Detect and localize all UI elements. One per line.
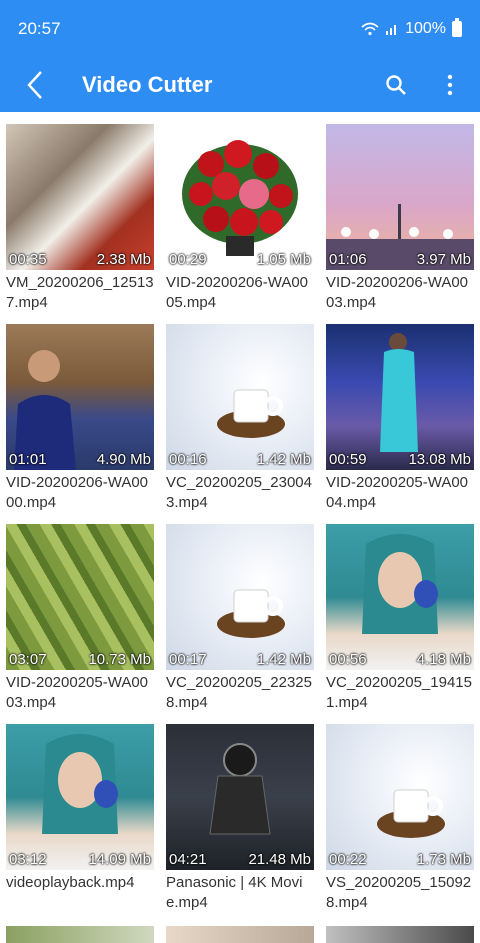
video-filename: VC_20200205_194151.mp4 (326, 674, 472, 711)
video-duration: 00:35 (9, 250, 47, 268)
more-options-button[interactable] (436, 71, 464, 99)
video-duration: 04:21 (169, 850, 207, 868)
video-duration: 00:22 (329, 850, 367, 868)
video-thumbnail: 00:35 2.38 Mb (6, 124, 154, 270)
video-item[interactable]: 00:59 13.08 Mb VID-20200205-WA0004.mp4 (326, 324, 474, 524)
video-item[interactable]: 01:01 4.90 Mb VID-20200206-WA0000.mp4 (6, 324, 154, 524)
video-thumbnail: 00:22 1.73 Mb (326, 724, 474, 870)
video-filename: VM_20200206_125137.mp4 (6, 274, 154, 311)
video-size: 10.73 Mb (88, 650, 151, 668)
video-filename: VID-20200206-WA0000.mp4 (6, 474, 149, 511)
video-duration: 03:12 (9, 850, 47, 868)
video-item[interactable]: 00:16 1.42 Mb VC_20200205_230043.mp4 (166, 324, 314, 524)
video-duration: 01:01 (9, 450, 47, 468)
video-size: 14.09 Mb (88, 850, 151, 868)
video-filename: VID-20200206-WA0003.mp4 (326, 274, 469, 311)
status-icons: 100% (361, 18, 462, 38)
wifi-icon (361, 22, 379, 36)
video-thumbnail: 03:07 10.73 Mb (6, 524, 154, 670)
video-filename: VC_20200205_230043.mp4 (166, 474, 312, 511)
video-item[interactable]: 03:12 14.09 Mb videoplayback.mp4 (6, 724, 154, 924)
video-item[interactable]: 00:56 4.18 Mb VC_20200205_194151.mp4 (326, 524, 474, 724)
video-thumbnail: 03:12 14.09 Mb (6, 724, 154, 870)
video-size: 4.90 Mb (96, 450, 151, 468)
video-size: 3.97 Mb (416, 250, 471, 268)
battery-percent: 100% (405, 20, 446, 37)
video-size: 1.05 Mb (256, 250, 311, 268)
video-item[interactable]: 01:06 3.97 Mb VID-20200206-WA0003.mp4 (326, 124, 474, 324)
video-size: 4.18 Mb (416, 650, 471, 668)
video-thumbnail: 01:01 4.90 Mb (6, 324, 154, 470)
video-item[interactable]: 04:21 21.48 Mb Panasonic | 4K Movie.mp4 (166, 724, 314, 924)
battery-icon (452, 18, 462, 37)
video-size: 1.42 Mb (256, 450, 311, 468)
video-filename: Panasonic | 4K Movie.mp4 (166, 874, 303, 911)
video-filename: VID-20200206-WA0005.mp4 (166, 274, 309, 311)
search-icon (386, 75, 406, 95)
page-title: Video Cutter (82, 72, 213, 97)
video-item[interactable]: 00:29 1.05 Mb VID-20200206-WA0005.mp4 (166, 124, 314, 324)
video-filename: VC_20200205_223258.mp4 (166, 674, 312, 711)
video-filename: VS_20200205_150928.mp4 (326, 874, 472, 911)
next-row-peek (6, 926, 474, 943)
video-size: 13.08 Mb (408, 450, 471, 468)
video-duration: 00:56 (329, 650, 367, 668)
video-thumbnail: 00:56 4.18 Mb (326, 524, 474, 670)
video-thumbnail[interactable] (6, 926, 154, 943)
video-item[interactable]: 00:22 1.73 Mb VS_20200205_150928.mp4 (326, 724, 474, 924)
video-duration: 00:59 (329, 450, 367, 468)
video-filename: videoplayback.mp4 (6, 874, 135, 891)
search-button[interactable] (382, 71, 410, 99)
back-button[interactable] (16, 66, 54, 104)
video-size: 2.38 Mb (96, 250, 151, 268)
video-duration: 00:17 (169, 650, 207, 668)
video-item[interactable]: 03:07 10.73 Mb VID-20200205-WA0003.mp4 (6, 524, 154, 724)
video-duration: 01:06 (329, 250, 367, 268)
video-duration: 00:16 (169, 450, 207, 468)
video-size: 1.73 Mb (416, 850, 471, 868)
video-size: 21.48 Mb (248, 850, 311, 868)
video-thumbnail: 00:29 1.05 Mb (166, 124, 314, 270)
video-filename: VID-20200205-WA0004.mp4 (326, 474, 469, 511)
back-arrow-icon (27, 71, 42, 99)
video-thumbnail: 00:17 1.42 Mb (166, 524, 314, 670)
video-thumbnail: 04:21 21.48 Mb (166, 724, 314, 870)
video-item[interactable]: 00:35 2.38 Mb VM_20200206_125137.mp4 (6, 124, 154, 324)
video-thumbnail: 01:06 3.97 Mb (326, 124, 474, 270)
video-filename: VID-20200205-WA0003.mp4 (6, 674, 149, 711)
more-vert-icon (447, 74, 453, 96)
app-bar: Video Cutter (0, 58, 480, 112)
video-thumbnail[interactable] (166, 926, 314, 943)
video-thumbnail: 00:59 13.08 Mb (326, 324, 474, 470)
video-item[interactable]: 00:17 1.42 Mb VC_20200205_223258.mp4 (166, 524, 314, 724)
video-thumbnail: 00:16 1.42 Mb (166, 324, 314, 470)
video-size: 1.42 Mb (256, 650, 311, 668)
signal-icon (386, 25, 397, 35)
video-duration: 03:07 (9, 650, 47, 668)
video-grid: 00:35 2.38 Mb VM_20200206_125137.mp4 00:… (6, 124, 474, 924)
status-time: 20:57 (18, 19, 61, 38)
video-duration: 00:29 (169, 250, 207, 268)
status-bar: 20:57 100% (0, 0, 480, 58)
video-thumbnail[interactable] (326, 926, 474, 943)
